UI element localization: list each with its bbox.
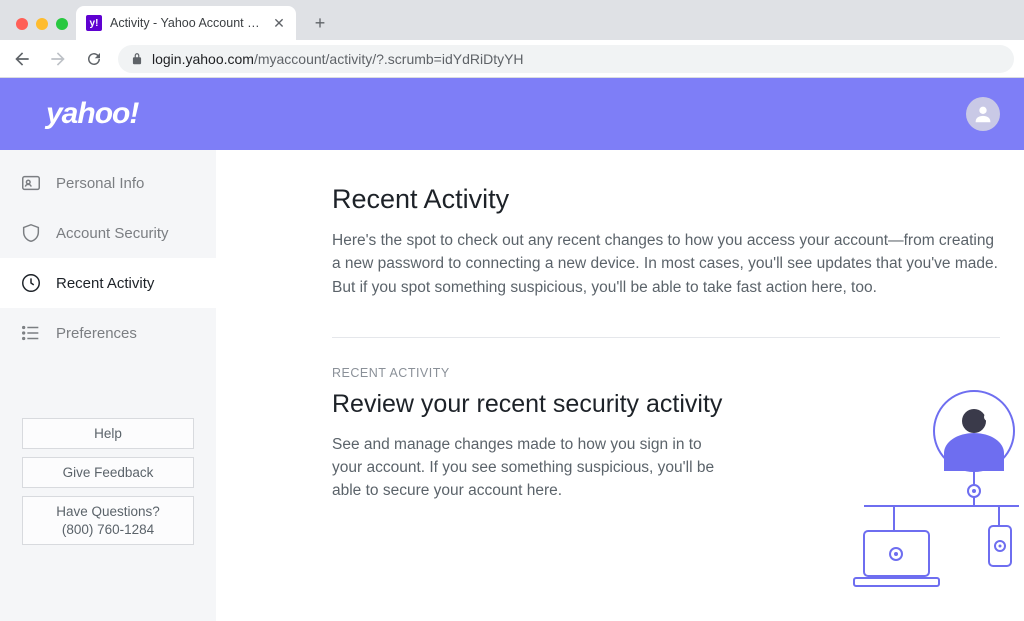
- close-window-button[interactable]: [16, 18, 28, 30]
- address-bar: login.yahoo.com/myaccount/activity/?.scr…: [0, 40, 1024, 78]
- reload-button[interactable]: [82, 47, 106, 71]
- minimize-window-button[interactable]: [36, 18, 48, 30]
- sidebar-item-recent-activity[interactable]: Recent Activity: [0, 258, 216, 308]
- shield-icon: [20, 222, 42, 244]
- forward-button[interactable]: [46, 47, 70, 71]
- sidebar-nav: Personal Info Account Security Recent Ac…: [0, 150, 216, 358]
- tab-title: Activity - Yahoo Account Settin: [110, 16, 264, 30]
- sidebar-item-label: Recent Activity: [56, 275, 154, 292]
- section-label: RECENT ACTIVITY: [332, 366, 1000, 380]
- sidebar-item-label: Account Security: [56, 225, 169, 242]
- url-domain: login.yahoo.com: [152, 51, 254, 67]
- sidebar-help-box: Help Give Feedback Have Questions? (800)…: [0, 418, 216, 545]
- divider: [332, 337, 1000, 338]
- yahoo-header: yahoo!: [0, 78, 1024, 150]
- id-card-icon: [20, 172, 42, 194]
- questions-label: Have Questions?: [56, 504, 160, 519]
- url-path: /myaccount/activity/?.scrumb=idYdRiDtyYH: [254, 51, 524, 67]
- sidebar-item-label: Personal Info: [56, 175, 144, 192]
- back-button[interactable]: [10, 47, 34, 71]
- yahoo-logo[interactable]: yahoo!: [46, 97, 138, 131]
- sidebar: Personal Info Account Security Recent Ac…: [0, 150, 216, 621]
- questions-button[interactable]: Have Questions? (800) 760-1284: [22, 496, 194, 545]
- main-layout: Personal Info Account Security Recent Ac…: [0, 150, 1024, 621]
- content-area: Recent Activity Here's the spot to check…: [216, 150, 1024, 621]
- security-illustration: [824, 381, 1024, 601]
- page-title: Recent Activity: [332, 184, 1000, 215]
- browser-chrome: y! Activity - Yahoo Account Settin ✕ + l…: [0, 0, 1024, 78]
- feedback-button[interactable]: Give Feedback: [22, 457, 194, 488]
- tab-bar: y! Activity - Yahoo Account Settin ✕ +: [0, 0, 1024, 40]
- clock-icon: [20, 272, 42, 294]
- avatar[interactable]: [966, 97, 1000, 131]
- new-tab-button[interactable]: +: [306, 9, 334, 37]
- window-controls: [12, 18, 76, 40]
- url-input[interactable]: login.yahoo.com/myaccount/activity/?.scr…: [118, 45, 1014, 73]
- help-button[interactable]: Help: [22, 418, 194, 449]
- lock-icon: [130, 52, 144, 66]
- phone-number: (800) 760-1284: [29, 522, 187, 537]
- section-description: See and manage changes made to how you s…: [332, 433, 732, 503]
- user-icon: [972, 103, 994, 125]
- list-icon: [20, 322, 42, 344]
- tab-favicon: y!: [86, 15, 102, 31]
- close-tab-icon[interactable]: ✕: [272, 16, 286, 30]
- browser-tab[interactable]: y! Activity - Yahoo Account Settin ✕: [76, 6, 296, 40]
- sidebar-item-preferences[interactable]: Preferences: [0, 308, 216, 358]
- page-description: Here's the spot to check out any recent …: [332, 229, 1000, 299]
- sidebar-item-label: Preferences: [56, 325, 137, 342]
- sidebar-item-account-security[interactable]: Account Security: [0, 208, 216, 258]
- maximize-window-button[interactable]: [56, 18, 68, 30]
- sidebar-item-personal-info[interactable]: Personal Info: [0, 158, 216, 208]
